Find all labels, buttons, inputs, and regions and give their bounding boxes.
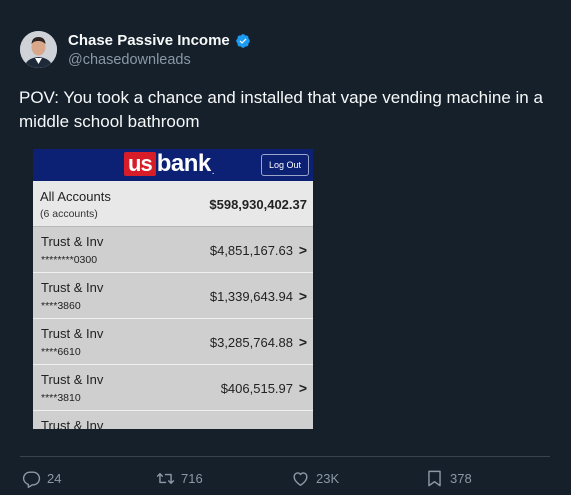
tweet-media-image[interactable]: us bank . Log Out All Accounts (6 accoun…	[33, 149, 313, 429]
tweet-text: POV: You took a chance and installed tha…	[19, 88, 543, 131]
account-balance: $3,285,764.88	[209, 335, 293, 350]
account-number: ****3860	[41, 300, 81, 312]
like-button[interactable]: 23K	[291, 469, 339, 488]
account-number: ****3810	[41, 392, 81, 404]
all-accounts-total: $598,930,402.37	[209, 197, 307, 212]
bank-header: us bank . Log Out	[33, 149, 313, 181]
account-number: ****6610	[41, 346, 81, 358]
action-bar-divider	[20, 456, 550, 457]
account-row: Trust & Inv	[33, 411, 313, 429]
author-avatar[interactable]	[20, 31, 57, 68]
account-number: ********0300	[41, 254, 98, 266]
chevron-right-icon: >	[298, 334, 307, 350]
logo-us: us	[124, 152, 156, 176]
verified-badge-icon[interactable]	[235, 33, 251, 49]
account-name: Trust & Inv	[41, 418, 104, 429]
chevron-right-icon: >	[298, 242, 307, 258]
all-accounts-count: (6 accounts)	[40, 208, 98, 220]
retweet-button[interactable]: 716	[156, 469, 203, 488]
avatar-image	[20, 31, 57, 68]
account-balance: $406,515.97	[220, 381, 293, 396]
logo-dot: .	[211, 165, 215, 177]
usbank-logo: us bank .	[124, 150, 215, 177]
account-row: Trust & Inv ****3860 $1,339,643.94 >	[33, 273, 313, 319]
author-display-name[interactable]: Chase Passive Income	[68, 32, 230, 49]
account-name: Trust & Inv	[41, 234, 104, 249]
logout-button: Log Out	[260, 154, 309, 176]
all-accounts-title: All Accounts	[40, 189, 111, 204]
bookmark-icon	[428, 470, 441, 487]
account-balance: $1,339,643.94	[209, 289, 293, 304]
bookmark-count: 378	[450, 471, 472, 486]
tweet-action-bar: 24 716 23K 378	[0, 469, 571, 491]
reply-button[interactable]: 24	[22, 469, 61, 488]
account-name: Trust & Inv	[41, 280, 104, 295]
account-row: Trust & Inv ****3810 $406,515.97 >	[33, 365, 313, 411]
account-name: Trust & Inv	[41, 326, 104, 341]
like-count: 23K	[316, 471, 340, 486]
all-accounts-row: All Accounts (6 accounts) $598,930,402.3…	[33, 181, 313, 227]
heart-icon	[293, 472, 308, 486]
retweet-icon	[156, 473, 175, 484]
reply-icon	[22, 471, 41, 488]
account-row: Trust & Inv ****6610 $3,285,764.88 >	[33, 319, 313, 365]
account-row: Trust & Inv ********0300 $4,851,167.63 >	[33, 227, 313, 273]
logo-bank: bank	[156, 150, 212, 177]
account-name: Trust & Inv	[41, 372, 104, 387]
retweet-count: 716	[181, 471, 203, 486]
account-balance: $4,851,167.63	[209, 243, 293, 258]
author-handle[interactable]: @chasedownleads	[68, 52, 191, 68]
reply-count: 24	[47, 471, 62, 486]
bookmark-button[interactable]: 378	[425, 469, 472, 488]
chevron-right-icon: >	[298, 288, 307, 304]
chevron-right-icon: >	[298, 380, 307, 396]
